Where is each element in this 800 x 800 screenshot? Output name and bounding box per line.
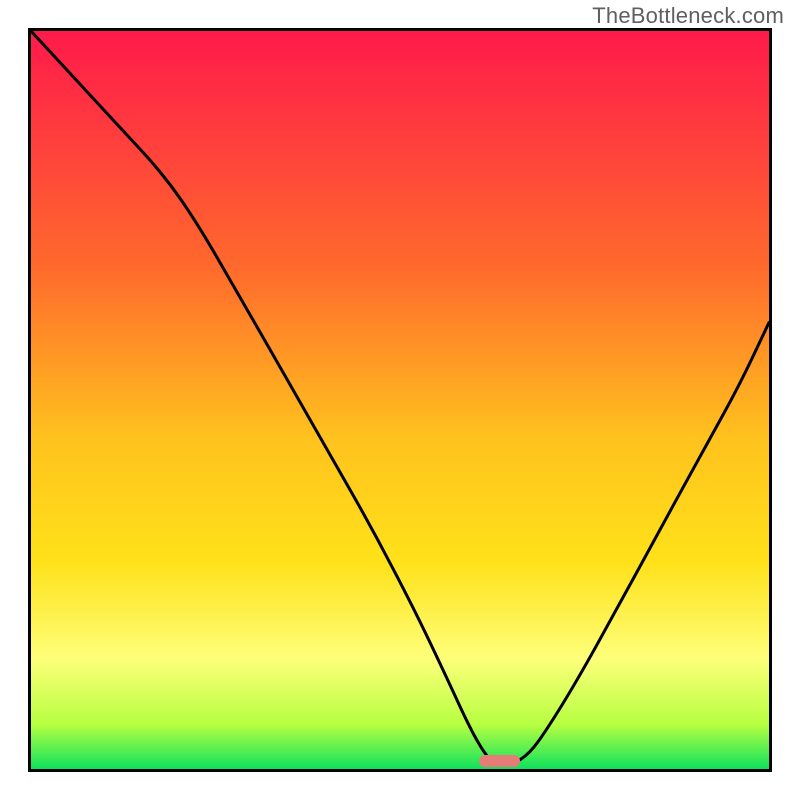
watermark-text: TheBottleneck.com — [592, 3, 784, 29]
chart-container: TheBottleneck.com — [0, 0, 800, 800]
plot-area — [28, 28, 772, 772]
optimum-marker — [479, 755, 520, 768]
gradient-background — [31, 31, 769, 769]
